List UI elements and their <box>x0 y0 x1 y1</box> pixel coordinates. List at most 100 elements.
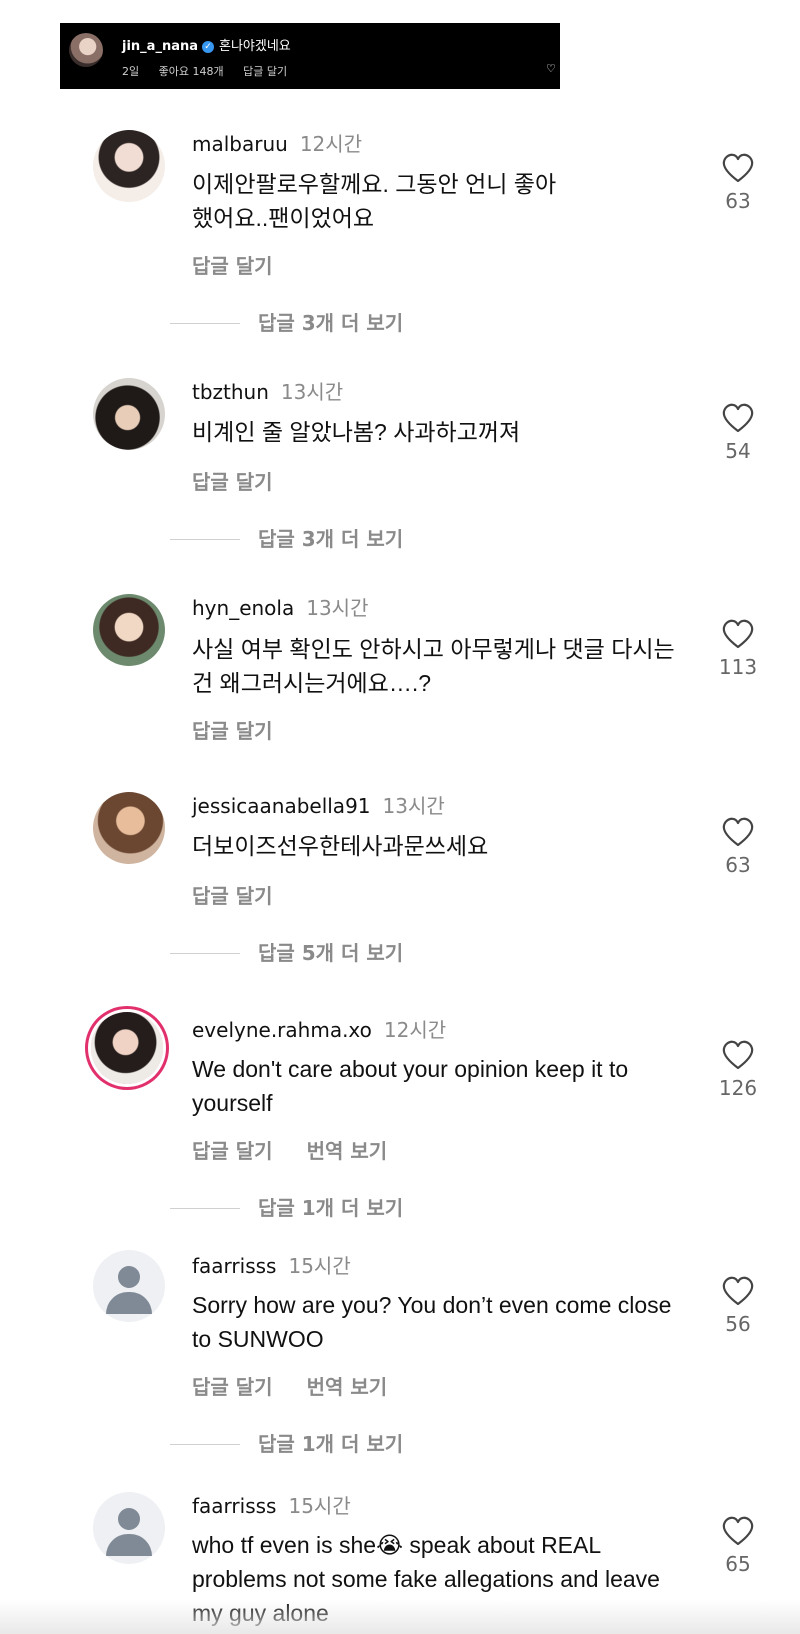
comment-username[interactable]: faarrisss <box>192 1254 276 1278</box>
comment-time: 12시간 <box>299 132 363 156</box>
comment-meta: faarrisss 15시간 <box>192 1490 351 1519</box>
heart-icon[interactable] <box>722 1040 754 1070</box>
heart-icon[interactable] <box>722 153 754 183</box>
like-control: 63 <box>712 817 764 877</box>
view-replies-label[interactable]: 답글 5개 더 보기 <box>258 941 403 965</box>
comment-actions: 답글 달기 <box>192 715 307 744</box>
default-avatar-body <box>106 1534 152 1556</box>
avatar[interactable] <box>93 1250 165 1322</box>
comment-text: 이제안팔로우할께요. 그동안 언니 좋아했어요..팬이었어요 <box>192 171 557 231</box>
comment-meta: jessicaanabella91 13시간 <box>192 790 445 819</box>
comment-actions: 답글 달기 <box>192 880 307 909</box>
like-control: 65 <box>712 1516 764 1576</box>
post-reply-button[interactable]: 답글 달기 <box>243 65 287 78</box>
replies-divider <box>170 953 240 954</box>
view-replies-label[interactable]: 답글 3개 더 보기 <box>258 527 403 551</box>
heart-outline-icon[interactable]: ♡ <box>546 62 556 75</box>
view-replies-button[interactable]: 답글 5개 더 보기 <box>170 937 403 966</box>
replies-divider <box>170 1444 240 1445</box>
comment-text: 사실 여부 확인도 안하시고 아무렇게나 댓글 다시는 건 왜그러시는거에요….… <box>192 636 675 696</box>
like-control: 126 <box>712 1040 764 1100</box>
comment-text: We don't care about your opinion keep it… <box>192 1056 629 1116</box>
comment-actions: 답글 달기 <box>192 250 307 279</box>
reply-button[interactable]: 답글 달기 <box>192 1375 273 1399</box>
avatar[interactable] <box>93 130 165 202</box>
comment-text: Sorry how are you? You don’t even come c… <box>192 1292 672 1352</box>
comment-actions: 답글 달기 번역 보기 <box>192 1371 421 1400</box>
post-age: 2일 <box>122 65 140 78</box>
comment-meta: evelyne.rahma.xo 12시간 <box>192 1014 446 1043</box>
like-count: 126 <box>718 1076 758 1100</box>
heart-icon[interactable] <box>722 1276 754 1306</box>
comment-username[interactable]: malbaruu <box>192 132 288 156</box>
view-replies-label[interactable]: 답글 3개 더 보기 <box>258 311 403 335</box>
like-count: 113 <box>718 655 758 679</box>
view-replies-button[interactable]: 답글 3개 더 보기 <box>170 523 403 552</box>
like-count: 63 <box>725 853 751 877</box>
like-count: 56 <box>725 1312 751 1336</box>
replies-divider <box>170 323 240 324</box>
like-count: 65 <box>725 1552 751 1576</box>
comment-time: 13시간 <box>280 380 344 404</box>
reply-button[interactable]: 답글 달기 <box>192 254 273 278</box>
view-replies-label[interactable]: 답글 1개 더 보기 <box>258 1196 403 1220</box>
translate-button[interactable]: 번역 보기 <box>307 1139 388 1163</box>
view-replies-button[interactable]: 답글 1개 더 보기 <box>170 1192 403 1221</box>
view-replies-button[interactable]: 답글 1개 더 보기 <box>170 1428 403 1457</box>
like-count: 63 <box>725 189 751 213</box>
default-avatar-head <box>118 1508 140 1530</box>
reply-button[interactable]: 답글 달기 <box>192 1139 273 1163</box>
bottom-fade <box>0 1600 800 1634</box>
heart-icon[interactable] <box>722 1516 754 1546</box>
comment-time: 13시간 <box>306 596 369 620</box>
post-likes[interactable]: 좋아요 148개 <box>159 65 224 78</box>
post-author-username[interactable]: jin_a_nana <box>122 39 198 54</box>
comment-meta: malbaruu 12시간 <box>192 128 362 157</box>
verified-badge-icon: ✓ <box>202 41 214 53</box>
reply-button[interactable]: 답글 달기 <box>192 719 273 743</box>
like-count: 54 <box>725 439 751 463</box>
comment-username[interactable]: jessicaanabella91 <box>192 794 371 818</box>
default-avatar-head <box>118 1266 140 1288</box>
default-avatar-body <box>106 1292 152 1314</box>
avatar[interactable] <box>93 594 165 666</box>
heart-icon[interactable] <box>722 403 754 433</box>
comment-username[interactable]: tbzthun <box>192 380 269 404</box>
comment-time: 13시간 <box>382 794 445 818</box>
comment-meta: tbzthun 13시간 <box>192 376 343 405</box>
comment-time: 15시간 <box>288 1494 351 1518</box>
comment-time: 12시간 <box>383 1018 447 1042</box>
heart-icon[interactable] <box>722 619 754 649</box>
post-meta: 2일 좋아요 148개 답글 달기 <box>122 63 303 79</box>
comment-username[interactable]: faarrisss <box>192 1494 276 1518</box>
comment-time: 15시간 <box>288 1254 351 1278</box>
avatar[interactable] <box>93 1492 165 1564</box>
comment-meta: hyn_enola 13시간 <box>192 592 368 621</box>
avatar[interactable] <box>91 1012 163 1084</box>
comment-meta: faarrisss 15시간 <box>192 1250 351 1279</box>
like-control: 54 <box>712 403 764 463</box>
like-control: 56 <box>712 1276 764 1336</box>
post-author-avatar[interactable] <box>69 33 103 67</box>
reply-button[interactable]: 답글 달기 <box>192 884 273 908</box>
comment-username[interactable]: hyn_enola <box>192 596 294 620</box>
comment-text: 더보이즈선우한테사과문쓰세요 <box>192 833 489 859</box>
reply-button[interactable]: 답글 달기 <box>192 470 273 494</box>
original-post-bar: jin_a_nana ✓ 혼나야겠네요 2일 좋아요 148개 답글 달기 ♡ <box>60 23 560 89</box>
post-author-line: jin_a_nana ✓ 혼나야겠네요 <box>122 35 291 54</box>
like-control: 113 <box>712 619 764 679</box>
comment-actions: 답글 달기 <box>192 466 307 495</box>
avatar[interactable] <box>93 792 165 864</box>
comment-text: 비계인 줄 알았나봄? 사과하고꺼져 <box>192 419 521 445</box>
avatar[interactable] <box>93 378 165 450</box>
post-caption: 혼나야겠네요 <box>219 39 291 54</box>
view-replies-button[interactable]: 답글 3개 더 보기 <box>170 307 403 336</box>
comment-username[interactable]: evelyne.rahma.xo <box>192 1018 372 1042</box>
translate-button[interactable]: 번역 보기 <box>307 1375 388 1399</box>
replies-divider <box>170 1208 240 1209</box>
replies-divider <box>170 539 240 540</box>
heart-icon[interactable] <box>722 817 754 847</box>
view-replies-label[interactable]: 답글 1개 더 보기 <box>258 1432 403 1456</box>
like-control: 63 <box>712 153 764 213</box>
comment-actions: 답글 달기 번역 보기 <box>192 1135 421 1164</box>
